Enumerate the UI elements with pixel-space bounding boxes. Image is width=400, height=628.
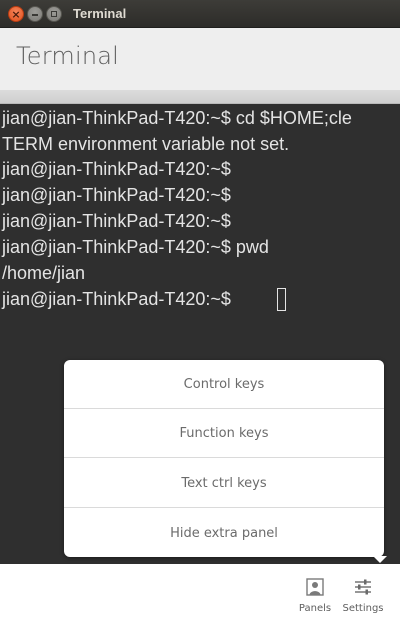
terminal-line: jian@jian-ThinkPad-T420:~$: [2, 289, 231, 309]
window-maximize-button[interactable]: [46, 6, 62, 22]
menu-item-control-keys[interactable]: Control keys: [64, 360, 384, 409]
terminal-line: jian@jian-ThinkPad-T420:~$ cd $HOME;cle: [2, 108, 352, 128]
popup-pointer: [373, 556, 387, 563]
window-title: Terminal: [73, 6, 127, 21]
panels-label: Panels: [298, 603, 332, 614]
window-minimize-button[interactable]: [27, 6, 43, 22]
terminal-line: jian@jian-ThinkPad-T420:~$: [2, 159, 231, 179]
panels-popup-menu: Control keys Function keys Text ctrl key…: [64, 360, 387, 563]
close-icon: ×: [11, 8, 21, 21]
app-header: Terminal: [0, 28, 400, 90]
terminal-line: jian@jian-ThinkPad-T420:~$: [2, 211, 231, 231]
panels-icon: [306, 578, 324, 600]
menu-item-hide-extra-panel[interactable]: Hide extra panel: [64, 509, 384, 558]
window-titlebar: × Terminal: [0, 0, 400, 28]
menu-item-function-keys[interactable]: Function keys: [64, 409, 384, 458]
settings-label: Settings: [342, 603, 384, 614]
page-title: Terminal: [16, 42, 120, 70]
maximize-icon: [51, 11, 57, 17]
terminal-line: jian@jian-ThinkPad-T420:~$ pwd: [2, 237, 269, 257]
minimize-icon: [32, 14, 38, 16]
panels-button[interactable]: Panels: [293, 574, 337, 622]
bottom-toolbar: Panels Settings: [0, 564, 400, 628]
terminal-line: /home/jian: [2, 263, 86, 283]
terminal-cursor: [277, 288, 286, 311]
settings-icon: [354, 578, 372, 600]
window-close-button[interactable]: ×: [8, 6, 24, 22]
header-divider: [0, 90, 400, 104]
menu-item-text-ctrl-keys[interactable]: Text ctrl keys: [64, 459, 384, 508]
terminal-line: TERM environment variable not set.: [2, 134, 290, 154]
terminal-line: jian@jian-ThinkPad-T420:~$: [2, 185, 231, 205]
settings-button[interactable]: Settings: [341, 574, 385, 622]
